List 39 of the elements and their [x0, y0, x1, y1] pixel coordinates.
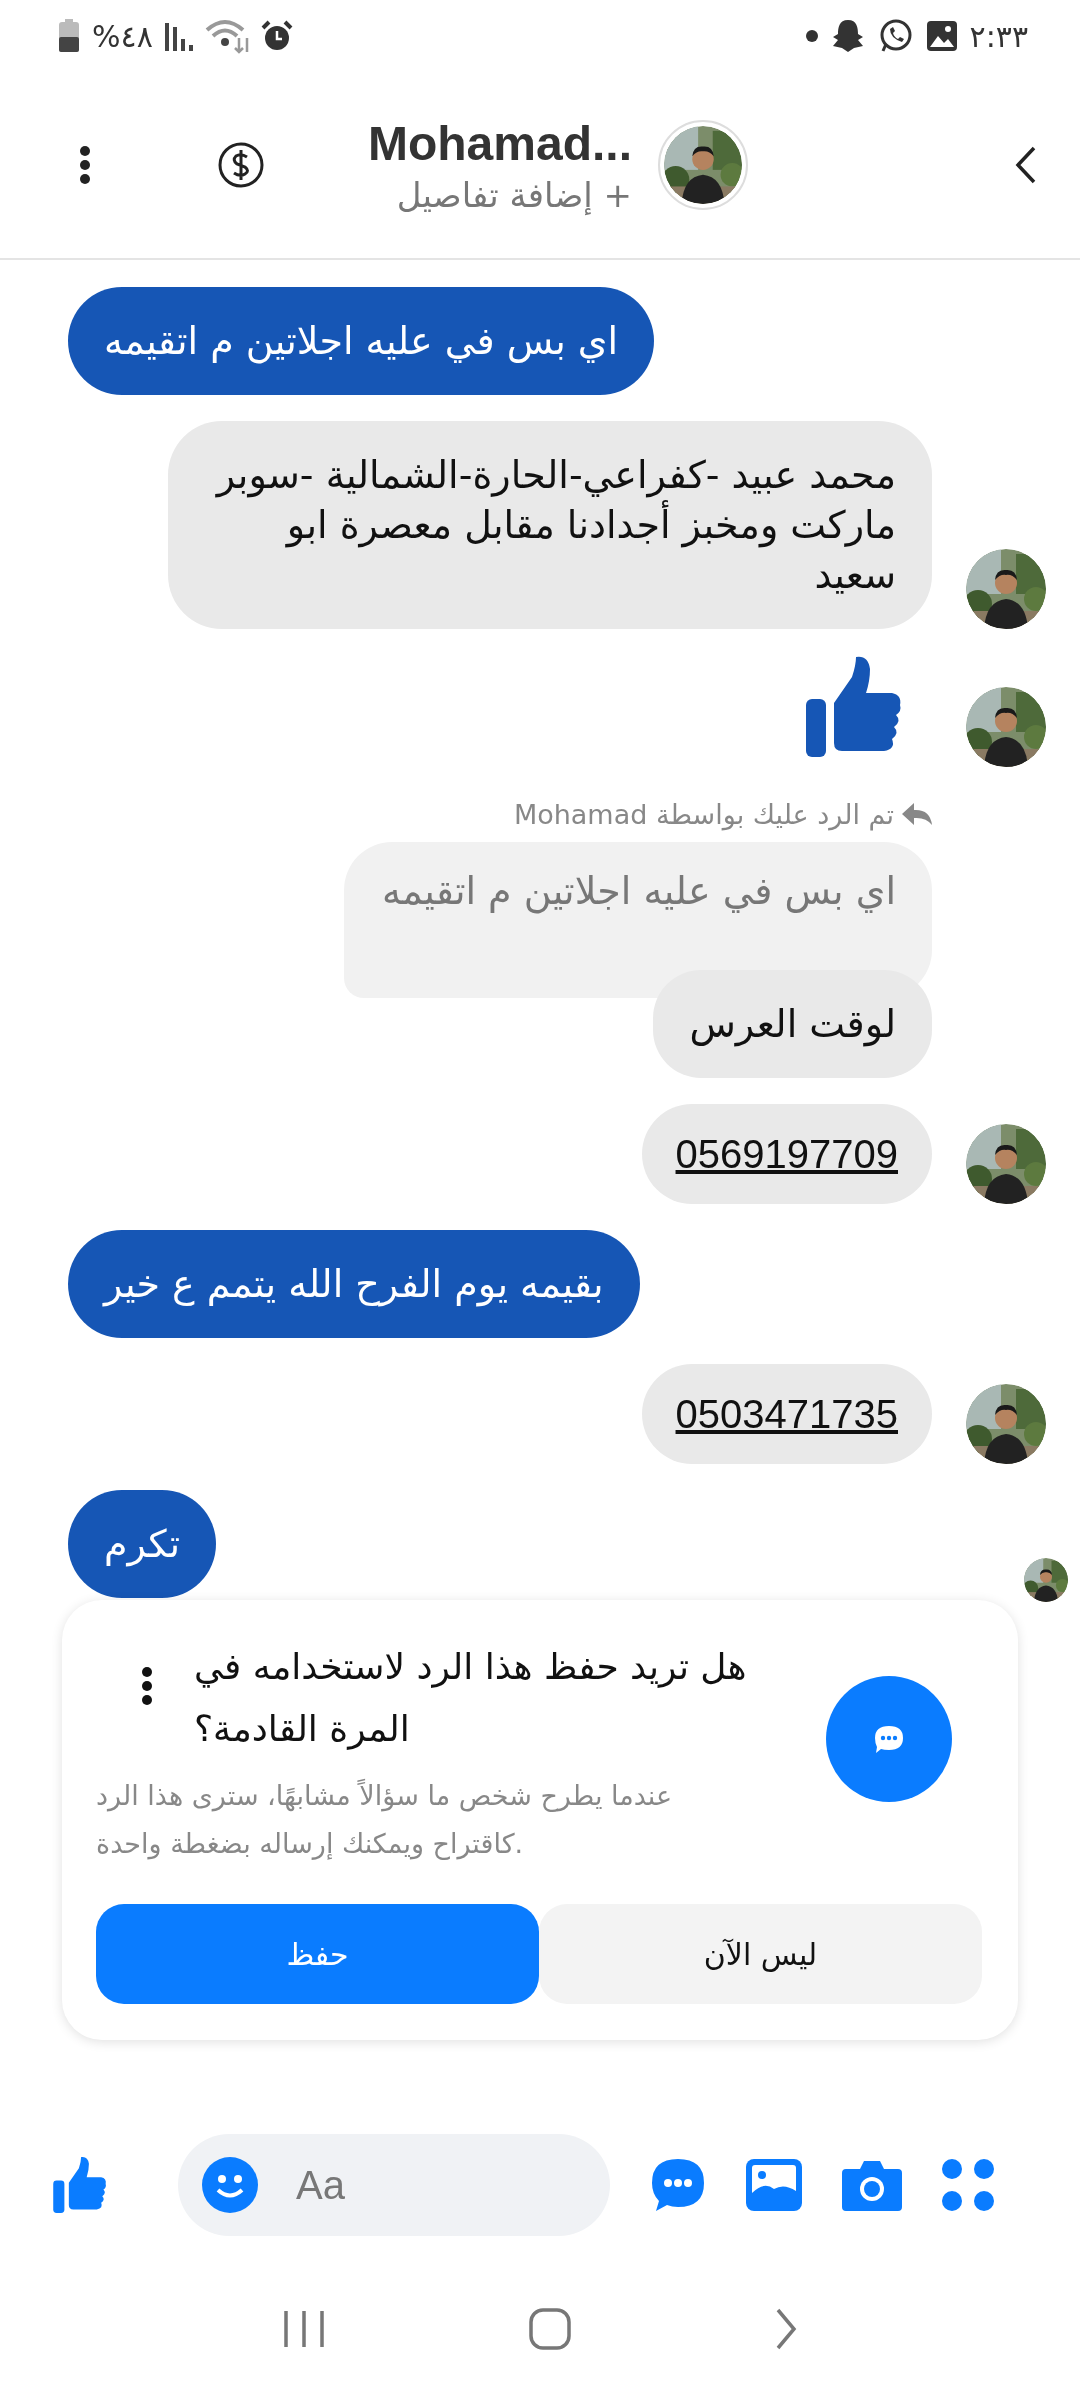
battery-icon	[58, 19, 80, 53]
apps-icon[interactable]	[942, 2159, 994, 2211]
received-message: محمد عبيد -كفراعي-الحارة-الشمالية -سوبر ماركت ومخبز أجدادنا مقابل معصرة ابو سعيد	[168, 421, 932, 629]
more-options-icon[interactable]	[140, 1666, 154, 1706]
message-field[interactable]: Aa	[294, 2161, 498, 2209]
dollar-icon[interactable]	[217, 141, 265, 189]
more-options-icon[interactable]	[78, 145, 92, 185]
card-title: هل تريد حفظ هذا الرد لاستخدامه في المرة القادمة؟	[194, 1645, 748, 1752]
alarm-icon	[260, 20, 293, 52]
thumbs-up-icon[interactable]	[52, 2156, 108, 2214]
phone-number-message[interactable]: 0569197709	[641, 1104, 932, 1204]
add-details-link[interactable]: + إضافة تفاصيل	[396, 174, 632, 215]
reply-icon	[902, 802, 932, 827]
clock-time: ٢:٣٣	[969, 18, 1028, 54]
thumbs-up-icon	[806, 655, 902, 759]
home-icon[interactable]	[529, 2308, 571, 2350]
sent-message: بقيمه يوم الفرح الله يتمم ع خير	[68, 1230, 640, 1338]
wifi-icon	[204, 18, 249, 54]
smiley-icon[interactable]	[202, 2157, 258, 2213]
contact-name[interactable]: Mohamad...	[367, 115, 632, 171]
dot-icon	[805, 30, 818, 42]
recent-apps-icon[interactable]	[281, 2309, 326, 2349]
reply-label: تم الرد عليك بواسطة Mohamad	[513, 799, 894, 830]
chat-bubble-icon	[826, 1676, 952, 1802]
not-now-button[interactable]: ليس الآن	[539, 1904, 982, 2004]
sent-message: اي بس في عليه اجلاتين م اتقيمه	[68, 287, 655, 395]
sent-message: تكرم	[68, 1490, 217, 1598]
chat-bubble-icon[interactable]	[650, 2157, 706, 2213]
phone-number-message[interactable]: 0503471735	[641, 1364, 932, 1464]
battery-level: %٤٨	[92, 18, 153, 54]
image-icon[interactable]	[746, 2159, 802, 2211]
signal-icon	[164, 21, 193, 51]
image-icon	[925, 20, 958, 52]
back-icon[interactable]	[1014, 145, 1038, 185]
camera-icon[interactable]	[842, 2159, 902, 2211]
save-button[interactable]: حفظ	[96, 1904, 539, 2004]
received-message: لوقت العرس	[653, 970, 932, 1078]
quoted-message[interactable]: اي بس في عليه اجلاتين م اتقيمه	[344, 842, 932, 998]
card-description: عندما يطرح شخص ما سؤالاً مشابهًا، سترى هذا الرد كاقتراح ويمكنك إرساله بضغطة واحدة.	[96, 1778, 674, 1862]
